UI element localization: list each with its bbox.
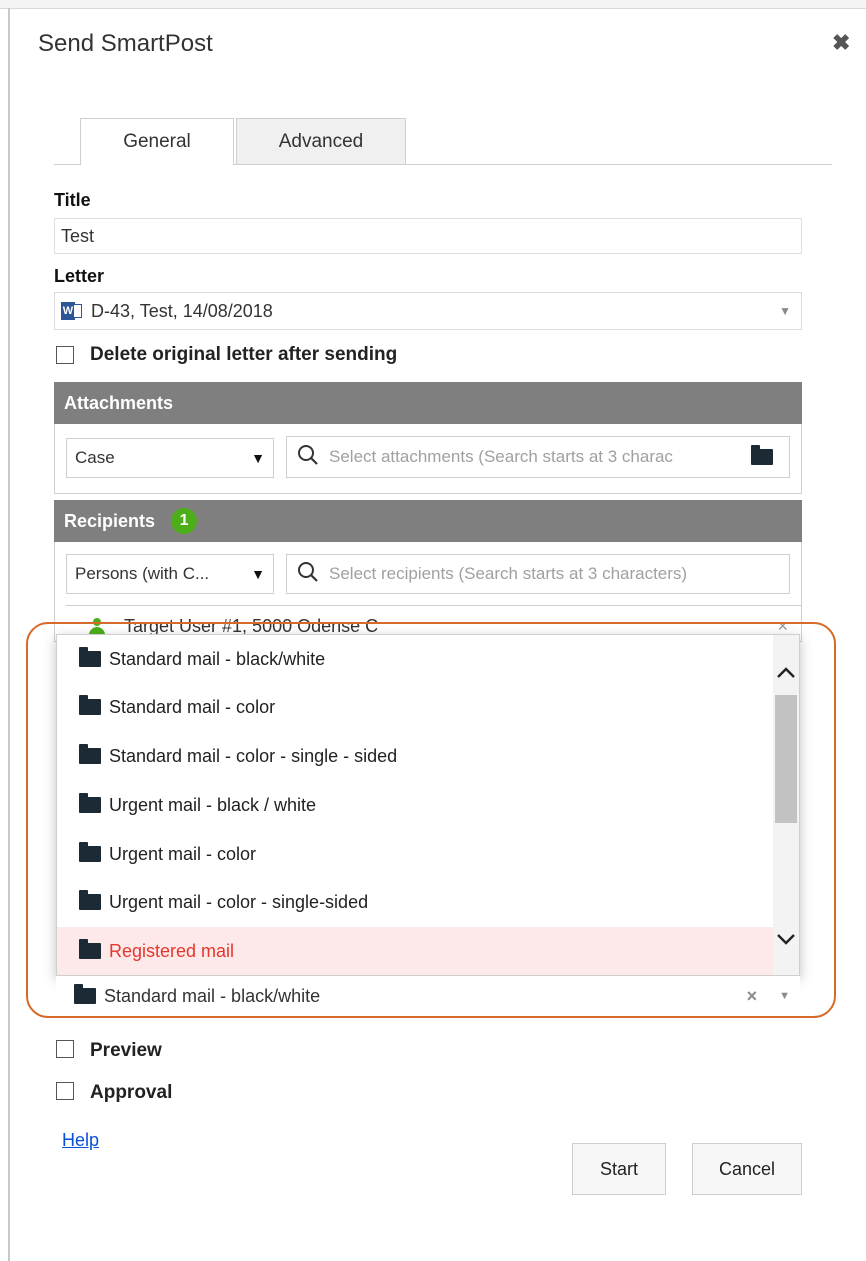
attachments-search-placeholder: Select attachments (Search starts at 3 c… xyxy=(329,447,673,466)
recipients-type-value: Persons (with C... xyxy=(75,564,210,583)
folder-icon xyxy=(79,695,101,715)
shipping-option-label: Urgent mail - black / white xyxy=(109,794,317,815)
tab-advanced[interactable]: Advanced xyxy=(236,118,406,164)
folder-icon xyxy=(79,647,101,667)
recipients-header-label: Recipients xyxy=(64,510,156,531)
approval-label: Approval xyxy=(90,1082,173,1103)
tab-general[interactable]: General xyxy=(80,118,234,165)
chevron-down-icon: ▼ xyxy=(779,304,791,318)
recipients-divider xyxy=(66,605,802,606)
folder-icon xyxy=(79,939,101,959)
triangle-down-icon: ▼ xyxy=(251,450,265,466)
dialog-title: Send SmartPost xyxy=(38,30,213,57)
shipping-select[interactable]: Standard mail - black/white × ▼ xyxy=(56,976,800,1016)
scroll-up-icon[interactable] xyxy=(776,665,796,679)
word-doc-icon: W xyxy=(61,301,83,321)
shipping-option-highlighted[interactable]: Registered mail xyxy=(57,927,773,975)
shipping-option[interactable]: Urgent mail - black / white xyxy=(57,781,773,829)
attachments-header: Attachments xyxy=(54,382,802,424)
delete-original-label: Delete original letter after sending xyxy=(90,344,398,365)
shipping-option[interactable]: Urgent mail - color xyxy=(57,830,773,878)
folder-icon xyxy=(79,744,101,764)
attachments-header-label: Attachments xyxy=(64,392,174,413)
letter-label: Letter xyxy=(54,266,105,286)
scrollbar-thumb[interactable] xyxy=(775,695,797,823)
delete-original-checkbox[interactable] xyxy=(56,346,74,364)
close-icon[interactable]: ✖ xyxy=(832,32,850,54)
help-link[interactable]: Help xyxy=(62,1130,99,1151)
recipients-search-placeholder: Select recipients (Search starts at 3 ch… xyxy=(329,564,688,583)
window-left-border xyxy=(8,8,10,1261)
shipping-option[interactable]: Standard mail - color - single - sided xyxy=(57,732,773,780)
dropdown-scrollbar[interactable] xyxy=(773,635,799,975)
chevron-down-icon[interactable]: ▼ xyxy=(779,990,790,1002)
shipping-option-label: Urgent mail - color xyxy=(109,843,257,864)
recipients-search-input[interactable]: Select recipients (Search starts at 3 ch… xyxy=(286,554,790,594)
search-icon xyxy=(297,561,319,588)
attachments-search-input[interactable]: Select attachments (Search starts at 3 c… xyxy=(286,436,790,478)
shipping-option-label: Registered mail xyxy=(109,940,235,961)
shipping-dropdown-list: Standard mail - black/white Standard mai… xyxy=(56,634,800,976)
search-icon xyxy=(297,444,319,471)
title-input[interactable]: Test xyxy=(54,218,802,254)
start-button[interactable]: Start xyxy=(572,1143,666,1195)
shipping-option[interactable]: Standard mail - color xyxy=(57,683,773,731)
shipping-option-label: Standard mail - black/white xyxy=(109,648,326,669)
preview-label: Preview xyxy=(90,1040,162,1061)
recipients-header: Recipients 1 xyxy=(54,500,802,542)
shipping-option-label: Urgent mail - color - single-sided xyxy=(109,891,369,912)
cancel-button[interactable]: Cancel xyxy=(692,1143,802,1195)
shipping-select-value: Standard mail - black/white xyxy=(104,985,321,1006)
shipping-option[interactable]: Standard mail - black/white xyxy=(57,635,773,683)
letter-select[interactable]: W D-43, Test, 14/08/2018 ▼ xyxy=(54,292,802,330)
window-top-strip xyxy=(0,0,866,9)
scroll-down-icon[interactable] xyxy=(776,933,796,947)
title-label: Title xyxy=(54,190,91,210)
triangle-down-icon: ▼ xyxy=(251,566,265,582)
folder-icon xyxy=(79,842,101,862)
folder-icon xyxy=(79,793,101,813)
shipping-option[interactable]: Urgent mail - color - single-sided xyxy=(57,878,773,926)
letter-select-value: D-43, Test, 14/08/2018 xyxy=(91,300,273,321)
attachments-source-select[interactable]: Case ▼ xyxy=(66,438,274,478)
recipients-type-select[interactable]: Persons (with C... ▼ xyxy=(66,554,274,594)
approval-checkbox[interactable] xyxy=(56,1082,74,1100)
tab-advanced-label: Advanced xyxy=(278,130,364,152)
shipping-option-label: Standard mail - color xyxy=(109,696,276,717)
preview-checkbox[interactable] xyxy=(56,1040,74,1058)
title-input-value: Test xyxy=(61,225,95,246)
folder-icon xyxy=(79,890,101,910)
shipping-option-label: Standard mail - color - single - sided xyxy=(109,745,398,766)
folder-icon[interactable] xyxy=(751,445,773,465)
recipients-count-badge: 1 xyxy=(171,508,198,534)
folder-icon xyxy=(74,984,96,1004)
person-icon xyxy=(88,616,106,635)
clear-icon[interactable]: × xyxy=(747,986,758,1007)
tab-general-label: General xyxy=(123,131,191,152)
attachments-source-value: Case xyxy=(75,448,115,467)
